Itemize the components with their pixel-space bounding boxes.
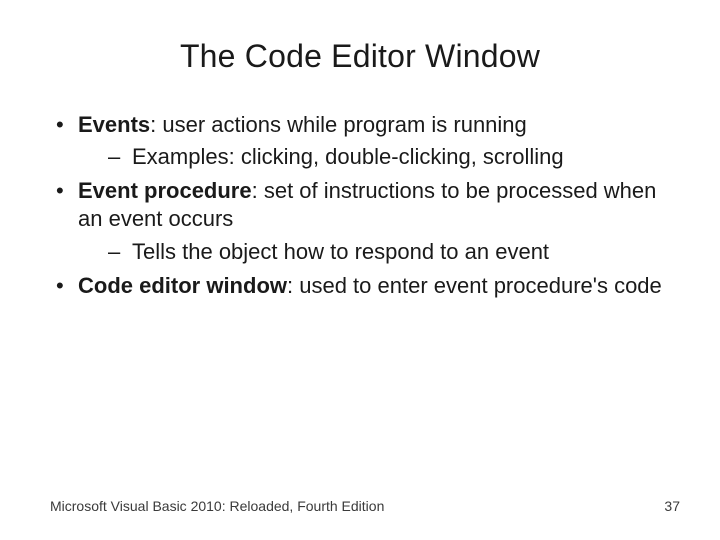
bullet-item: Events: user actions while program is ru…: [50, 111, 670, 171]
page-number: 37: [664, 498, 680, 514]
sub-bullet-item: Examples: clicking, double-clicking, scr…: [78, 143, 670, 171]
bullet-rest: : user actions while program is running: [150, 112, 527, 137]
bullet-term: Event procedure: [78, 178, 252, 203]
bullet-term: Code editor window: [78, 273, 287, 298]
slide-title: The Code Editor Window: [0, 0, 720, 75]
bullet-rest: : used to enter event procedure's code: [287, 273, 662, 298]
sub-bullet-list: Tells the object how to respond to an ev…: [78, 238, 670, 266]
bullet-item: Event procedure: set of instructions to …: [50, 177, 670, 265]
bullet-item: Code editor window: used to enter event …: [50, 272, 670, 300]
slide-body: Events: user actions while program is ru…: [0, 75, 720, 300]
sub-bullet-list: Examples: clicking, double-clicking, scr…: [78, 143, 670, 171]
footer-text: Microsoft Visual Basic 2010: Reloaded, F…: [50, 498, 384, 514]
sub-bullet-item: Tells the object how to respond to an ev…: [78, 238, 670, 266]
bullet-list: Events: user actions while program is ru…: [50, 111, 670, 300]
slide: The Code Editor Window Events: user acti…: [0, 0, 720, 540]
bullet-term: Events: [78, 112, 150, 137]
